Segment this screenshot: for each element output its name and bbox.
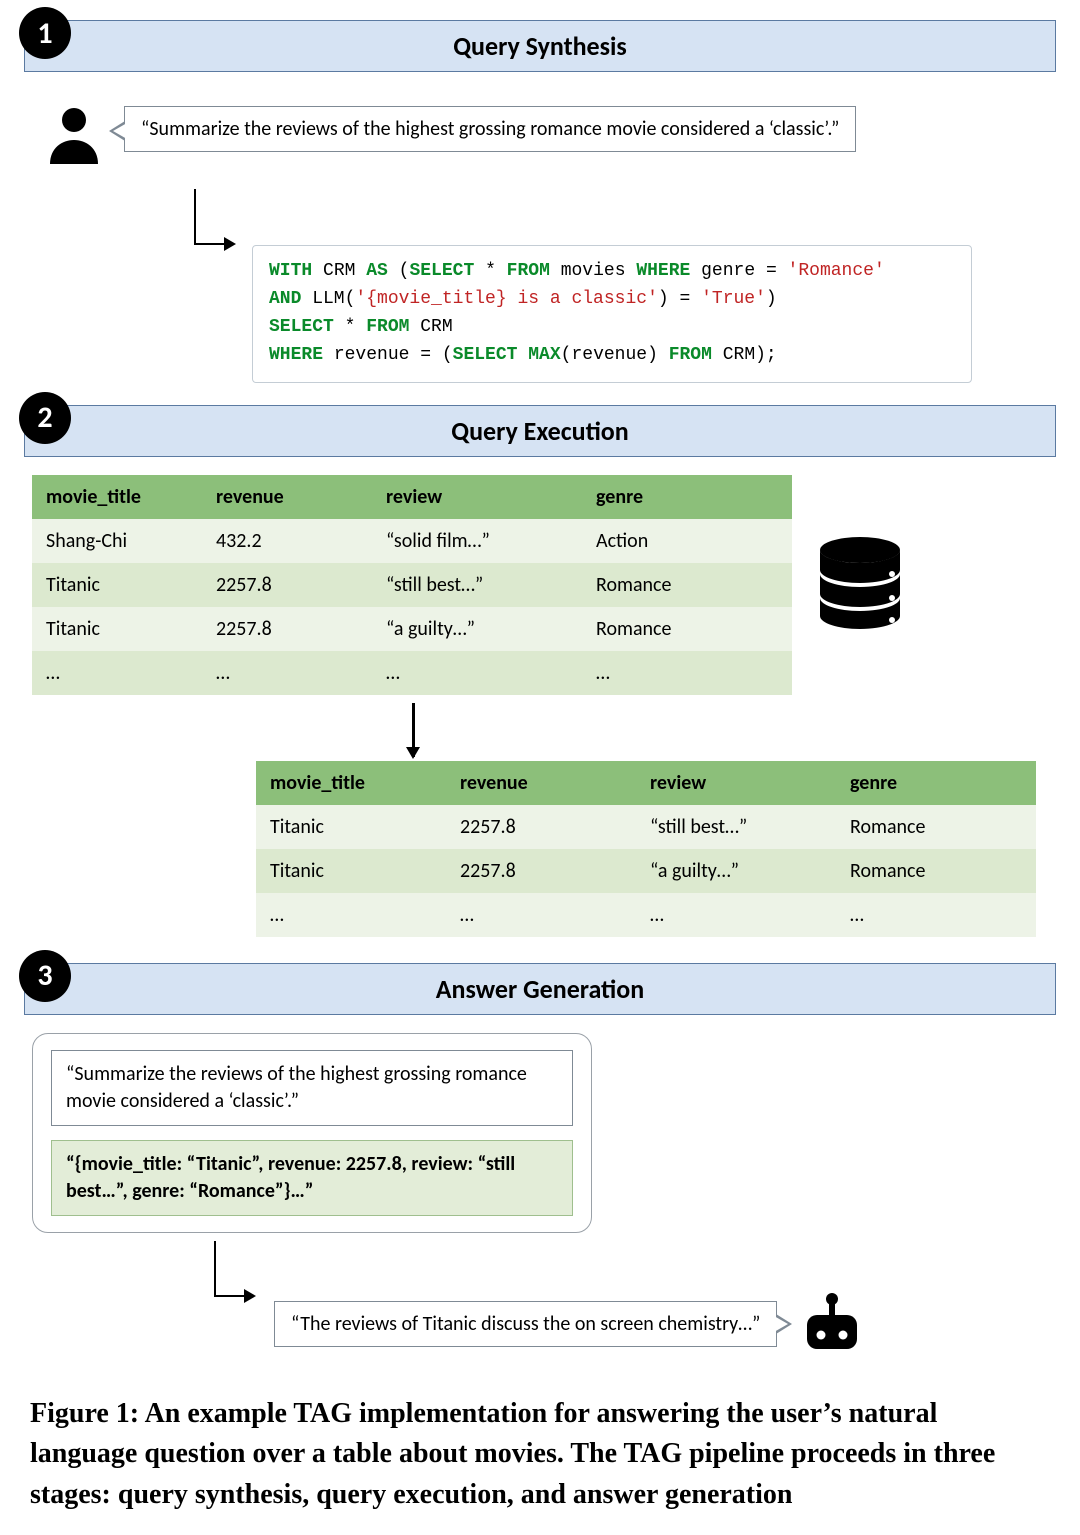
- col-header: revenue: [446, 761, 636, 805]
- col-header: review: [372, 475, 582, 519]
- user-query-row: “Summarize the reviews of the highest gr…: [42, 102, 1056, 171]
- user-icon: [42, 102, 106, 171]
- stage-title-1: Query Synthesis: [453, 30, 627, 62]
- prompt-card: “Summarize the reviews of the highest gr…: [32, 1033, 592, 1233]
- table-row: Titanic2257.8“a guilty…”Romance: [32, 607, 792, 651]
- sql-code-box: WITH CRM AS (SELECT * FROM movies WHERE …: [252, 245, 972, 383]
- stage-badge-2: 2: [19, 392, 71, 444]
- stage2-body: movie_title revenue review genre Shang-C…: [24, 475, 1056, 937]
- arrow-prompt-to-answer: [214, 1241, 254, 1297]
- stage-header-2: 2 Query Execution: [24, 405, 1056, 457]
- stage-header-3: 3 Answer Generation: [24, 963, 1056, 1015]
- user-query-speech: “Summarize the reviews of the highest gr…: [124, 106, 856, 152]
- arrow-table1-to-table2: [412, 703, 415, 757]
- database-icon: [810, 532, 910, 637]
- figure-caption: Figure 1: An example TAG implementation …: [24, 1394, 1056, 1516]
- answer-speech: “The reviews of Titanic discuss the on s…: [274, 1301, 777, 1347]
- col-header: movie_title: [256, 761, 446, 805]
- answer-row: “The reviews of Titanic discuss the on s…: [274, 1289, 1056, 1360]
- stage-title-2: Query Execution: [451, 415, 629, 447]
- output-table: movie_title revenue review genre Titanic…: [256, 761, 1036, 937]
- col-header: revenue: [202, 475, 372, 519]
- stage-title-3: Answer Generation: [436, 973, 644, 1005]
- col-header: review: [636, 761, 836, 805]
- table-row: Titanic2257.8“a guilty…”Romance: [256, 849, 1036, 893]
- stage1-body: “Summarize the reviews of the highest gr…: [24, 102, 1056, 383]
- stage-badge-1: 1: [19, 7, 71, 59]
- stage3-body: “Summarize the reviews of the highest gr…: [24, 1033, 1056, 1360]
- table-row: Titanic2257.8“still best…”Romance: [256, 805, 1036, 849]
- col-header: movie_title: [32, 475, 202, 519]
- table-row: Shang-Chi432.2“solid film…”Action: [32, 519, 792, 563]
- stage-header-1: 1 Query Synthesis: [24, 20, 1056, 72]
- prompt-query-box: “Summarize the reviews of the highest gr…: [51, 1050, 573, 1126]
- robot-icon: [799, 1289, 865, 1360]
- prompt-data-box: “{movie_title: “Titanic”, revenue: 2257.…: [51, 1140, 573, 1216]
- stage-badge-3: 3: [19, 950, 71, 1002]
- arrow-query-to-sql: [194, 189, 234, 245]
- col-header: genre: [582, 475, 792, 519]
- table-row: …………: [256, 893, 1036, 937]
- input-table: movie_title revenue review genre Shang-C…: [32, 475, 792, 695]
- col-header: genre: [836, 761, 1036, 805]
- table-row: …………: [32, 651, 792, 695]
- table-row: Titanic2257.8“still best…”Romance: [32, 563, 792, 607]
